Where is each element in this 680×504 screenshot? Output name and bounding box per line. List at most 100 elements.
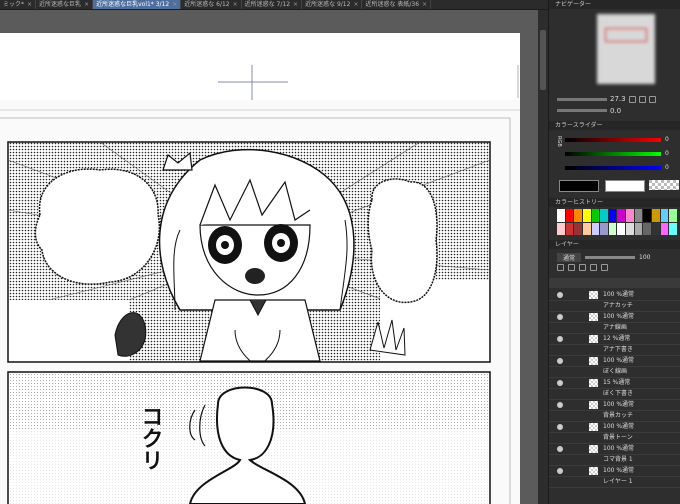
navigator-preview[interactable]	[597, 14, 655, 84]
layer-row[interactable]: コマ背景 1	[549, 455, 680, 466]
color-history-swatch[interactable]	[608, 209, 617, 222]
color-history-swatch[interactable]	[600, 209, 608, 222]
color-slider-title: カラースライダー	[549, 121, 680, 130]
eye-icon[interactable]	[557, 380, 563, 386]
canvas-area[interactable]: コクリ	[0, 10, 548, 504]
eye-icon[interactable]	[557, 446, 563, 452]
document-tab-bar: ミック* × 近所迷惑な巨乳 × 近所迷惑な巨乳vol1* 3/12 × 近所迷惑な …	[0, 0, 548, 10]
color-history-swatch[interactable]	[582, 222, 591, 235]
blue-slider[interactable]	[565, 166, 661, 170]
eye-icon[interactable]	[557, 402, 563, 408]
red-value[interactable]: 0	[665, 136, 669, 143]
color-history-swatch[interactable]	[652, 209, 660, 222]
color-mode-label[interactable]: RGB	[552, 136, 562, 152]
layer-row[interactable]: 背景トーン	[549, 433, 680, 444]
layer-row[interactable]: 100 %通常	[549, 290, 680, 301]
color-history-swatch[interactable]	[600, 222, 608, 235]
color-history-swatch[interactable]	[557, 209, 565, 222]
color-history-swatch[interactable]	[626, 209, 634, 222]
close-tab-icon[interactable]: ×	[172, 0, 177, 9]
mask-icon[interactable]	[590, 264, 597, 271]
layer-row[interactable]: ぼく下書き	[549, 389, 680, 400]
manga-page[interactable]: コクリ	[0, 10, 548, 504]
color-history-swatch[interactable]	[574, 222, 582, 235]
layer-row[interactable]: レイヤー 1	[549, 477, 680, 488]
color-history-swatch[interactable]	[643, 209, 652, 222]
opacity-slider[interactable]	[585, 255, 636, 259]
color-history-swatch[interactable]	[608, 222, 617, 235]
document-tab[interactable]: 近所迷惑な 6/12 ×	[181, 0, 242, 9]
document-tab[interactable]: ミック* ×	[0, 0, 37, 9]
eye-icon[interactable]	[557, 424, 563, 430]
canvas-scrollbar[interactable]	[538, 10, 548, 504]
fit-icon[interactable]	[648, 95, 656, 103]
palette-icon[interactable]	[601, 264, 608, 271]
layer-row[interactable]: 100 %通常	[549, 356, 680, 367]
layer-row[interactable]: 100 %通常	[549, 444, 680, 455]
zoom-out-icon[interactable]	[638, 95, 646, 103]
eye-icon[interactable]	[557, 314, 563, 320]
document-tab[interactable]: 近所迷惑な 7/12 ×	[242, 0, 303, 9]
color-history-swatch[interactable]	[591, 209, 600, 222]
document-tab[interactable]: 近所迷惑な 9/12 ×	[302, 0, 363, 9]
layer-row[interactable]: 100 %通常	[549, 422, 680, 433]
reference-icon[interactable]	[579, 264, 586, 271]
sub-color-swatch[interactable]	[605, 180, 645, 192]
eye-icon[interactable]	[557, 292, 563, 298]
layer-row[interactable]: 背景カッチ	[549, 411, 680, 422]
close-tab-icon[interactable]: ×	[233, 0, 238, 9]
layer-row[interactable]: 100 %通常	[549, 466, 680, 477]
color-history-swatch[interactable]	[565, 222, 574, 235]
lock-icon[interactable]	[557, 264, 564, 271]
color-history-swatch[interactable]	[626, 222, 634, 235]
color-history-swatch[interactable]	[617, 222, 626, 235]
color-history-swatch[interactable]	[660, 209, 669, 222]
red-slider[interactable]	[565, 138, 661, 142]
close-tab-icon[interactable]: ×	[293, 0, 298, 9]
color-history-swatch[interactable]	[574, 209, 582, 222]
color-history-swatch[interactable]	[617, 209, 626, 222]
layer-row[interactable]: アナカッチ	[549, 301, 680, 312]
color-history-swatch[interactable]	[652, 222, 660, 235]
clip-icon[interactable]	[568, 264, 575, 271]
opacity-value[interactable]: 100	[639, 254, 650, 261]
rotate-slider[interactable]	[557, 109, 607, 112]
layer-list: 100 %通常 アナカッチ 100 %通常 アナ線画 12 %通常 アナ下書き 100 %通…	[549, 290, 680, 488]
color-history-swatch[interactable]	[669, 209, 677, 222]
layer-row[interactable]: 12 %通常	[549, 334, 680, 345]
zoom-slider[interactable]	[557, 97, 607, 101]
blue-value[interactable]: 0	[665, 164, 669, 171]
color-history-swatch[interactable]	[660, 222, 669, 235]
color-history-swatch[interactable]	[557, 222, 565, 235]
color-history-swatch[interactable]	[643, 222, 652, 235]
layer-row[interactable]: 15 %通常	[549, 378, 680, 389]
layer-row[interactable]: アナ下書き	[549, 345, 680, 356]
color-history-swatch[interactable]	[591, 222, 600, 235]
layer-row[interactable]: 100 %通常	[549, 312, 680, 323]
color-history-swatch[interactable]	[565, 209, 574, 222]
document-tab[interactable]: 近所迷惑な 表紙/36 ×	[362, 0, 432, 9]
layer-row[interactable]: ぼく線画	[549, 367, 680, 378]
document-tab-active[interactable]: 近所迷惑な巨乳vol1* 3/12 ×	[93, 0, 182, 9]
document-tab[interactable]: 近所迷惑な巨乳 ×	[36, 0, 94, 9]
close-tab-icon[interactable]: ×	[27, 0, 32, 9]
green-value[interactable]: 0	[665, 150, 669, 157]
zoom-in-icon[interactable]	[628, 95, 636, 103]
color-history-swatch[interactable]	[669, 222, 677, 235]
layer-row[interactable]: アナ線画	[549, 323, 680, 334]
blend-mode-select[interactable]: 通常	[557, 252, 582, 262]
close-tab-icon[interactable]: ×	[353, 0, 358, 9]
close-tab-icon[interactable]: ×	[422, 0, 427, 9]
layer-folder-row[interactable]	[549, 278, 680, 288]
color-history-swatch[interactable]	[582, 209, 591, 222]
transparent-swatch[interactable]	[649, 180, 679, 190]
layer-row[interactable]: 100 %通常	[549, 400, 680, 411]
main-color-swatch[interactable]	[559, 180, 599, 192]
color-history-swatch[interactable]	[634, 209, 643, 222]
color-history-swatch[interactable]	[634, 222, 643, 235]
eye-icon[interactable]	[557, 336, 563, 342]
green-slider[interactable]	[565, 152, 661, 156]
eye-icon[interactable]	[557, 358, 563, 364]
close-tab-icon[interactable]: ×	[84, 0, 89, 9]
eye-icon[interactable]	[557, 468, 563, 474]
